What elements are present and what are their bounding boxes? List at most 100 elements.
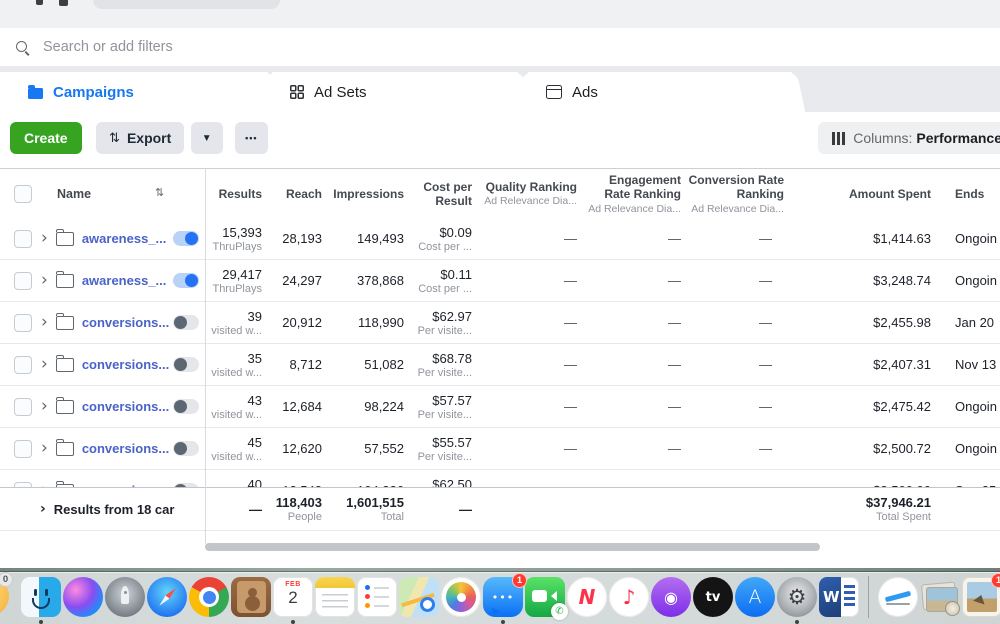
dock-notes[interactable] <box>315 577 355 617</box>
expand-chevron-icon[interactable]: › <box>41 398 48 415</box>
running-indicator-dot <box>795 620 799 624</box>
campaign-name-link[interactable]: conversions... <box>82 357 169 372</box>
row-checkbox[interactable] <box>14 356 32 374</box>
browser-tab-remnant[interactable] <box>93 0 280 9</box>
header-quality-ranking[interactable]: Quality RankingAd Relevance Dia... <box>480 169 585 219</box>
table-row[interactable]: › awareness_... 29,417ThruPlays 24,297 3… <box>0 260 1000 302</box>
campaign-name-link[interactable]: conversions... <box>82 441 169 456</box>
conversion-ranking-cell: — <box>689 344 792 385</box>
calendar-month-label: FEB <box>273 581 313 588</box>
dock-safari[interactable] <box>147 577 187 617</box>
campaign-toggle[interactable] <box>173 399 199 414</box>
dock-calendar[interactable]: FEB2 <box>273 577 313 617</box>
table-row[interactable]: › conversions... 40visited w... 12,548 1… <box>0 470 1000 487</box>
dock-appstore[interactable]: A <box>735 577 775 617</box>
dock-appletv[interactable]: tv <box>693 577 733 617</box>
summary-label-cell[interactable]: › Results from 18 car <box>0 488 205 530</box>
table-row[interactable]: › awareness_... 15,393ThruPlays 28,193 1… <box>0 218 1000 260</box>
dock-siri[interactable] <box>63 577 103 617</box>
cost-per-result-cell: $57.57Per visite... <box>412 386 480 427</box>
table-row[interactable]: › conversions... 43visited w... 12,684 9… <box>0 386 1000 428</box>
dock-screenshot[interactable] <box>920 577 960 617</box>
create-button[interactable]: Create <box>10 122 82 154</box>
row-checkbox[interactable] <box>14 398 32 416</box>
expand-chevron-icon[interactable]: › <box>41 356 48 373</box>
browser-icon-fragment <box>36 0 43 5</box>
dock-preferences[interactable]: ⚙ <box>777 577 817 617</box>
header-conversion-ranking[interactable]: Conversion Rate RankingAd Relevance Dia.… <box>689 169 792 219</box>
row-checkbox[interactable] <box>14 230 32 248</box>
expand-chevron-icon[interactable]: › <box>41 314 48 331</box>
tab-ads[interactable]: Ads <box>528 72 792 112</box>
music-icon: ♪ <box>609 577 649 617</box>
campaign-name-link[interactable]: awareness_... <box>82 273 169 288</box>
expand-chevron-icon[interactable]: › <box>41 230 48 247</box>
amount-spent-cell: $2,455.98 <box>792 302 939 343</box>
cost-per-result-cell: $68.78Per visite... <box>412 344 480 385</box>
campaign-toggle[interactable] <box>173 273 199 288</box>
campaign-name-link[interactable]: conversions... <box>82 315 169 330</box>
ends-cell: Ongoin <box>939 428 1000 469</box>
dock-mail[interactable]: 1 <box>962 577 1000 617</box>
tab-campaigns[interactable]: Campaigns <box>0 72 268 112</box>
campaign-name-link[interactable]: awareness_... <box>82 231 169 246</box>
table-row[interactable]: › conversions... 45visited w... 12,620 5… <box>0 428 1000 470</box>
more-options-button[interactable]: ••• <box>235 122 267 154</box>
campaign-toggle[interactable] <box>173 231 199 246</box>
expand-chevron-icon[interactable]: › <box>41 440 48 457</box>
sort-icon[interactable]: ⇅ <box>155 187 164 200</box>
results-cell: 15,393ThruPlays <box>205 218 270 259</box>
table-row[interactable]: › conversions... 39visited w... 20,912 1… <box>0 302 1000 344</box>
horizontal-scrollbar[interactable] <box>205 543 820 551</box>
notification-badge: 1 <box>512 573 527 588</box>
impressions-cell: 57,552 <box>330 428 412 469</box>
row-checkbox[interactable] <box>14 272 32 290</box>
header-reach[interactable]: Reach <box>270 169 330 219</box>
search-input[interactable] <box>41 38 1000 56</box>
ends-cell: Ongoin <box>939 260 1000 301</box>
header-amount-spent[interactable]: Amount Spent <box>792 169 939 219</box>
dock-reminders[interactable] <box>357 577 397 617</box>
select-all-checkbox[interactable] <box>14 185 32 203</box>
dock-chrome[interactable] <box>189 577 229 617</box>
header-engagement-ranking[interactable]: Engagement Rate RankingAd Relevance Dia.… <box>585 169 689 219</box>
campaign-toggle[interactable] <box>173 315 199 330</box>
export-button[interactable]: ⇅Export <box>96 122 184 154</box>
header-ends[interactable]: Ends <box>939 169 1000 219</box>
campaign-name-link[interactable]: conversions... <box>82 399 169 414</box>
dock-launchpad[interactable] <box>105 577 145 617</box>
columns-prefix: Columns: <box>853 130 912 146</box>
dock-messages[interactable]: •••1 <box>483 577 523 617</box>
notification-badge: 1 <box>991 573 1000 588</box>
dock-maps[interactable] <box>399 577 439 617</box>
conversion-ranking-cell: — <box>689 302 792 343</box>
dock-finder[interactable] <box>21 577 61 617</box>
header-results[interactable]: Results <box>205 169 270 219</box>
conversion-ranking-cell: — <box>689 470 792 487</box>
dock-photos[interactable] <box>441 577 481 617</box>
dock-preview[interactable] <box>878 577 918 617</box>
row-checkbox[interactable] <box>14 440 32 458</box>
header-cost-per-result[interactable]: Cost per Result <box>412 169 480 219</box>
table-row[interactable]: › conversions... 35visited w... 8,712 51… <box>0 344 1000 386</box>
dock-music[interactable]: ♪ <box>609 577 649 617</box>
campaign-toggle[interactable] <box>173 441 199 456</box>
name-cell: › conversions... <box>0 428 205 469</box>
dock-word[interactable]: W <box>819 577 859 617</box>
columns-button[interactable]: Columns: Performance <box>818 122 1000 154</box>
row-checkbox[interactable] <box>14 314 32 332</box>
tabs-band: Campaigns Ad Sets Ads <box>0 66 1000 112</box>
expand-chevron-icon[interactable]: › <box>41 272 48 289</box>
export-dropdown-button[interactable]: ▼ <box>191 122 223 154</box>
browser-chrome-strip <box>0 0 1000 29</box>
dock-contacts[interactable] <box>231 577 271 617</box>
dock-news[interactable]: N <box>567 577 607 617</box>
dock-podcasts[interactable]: ◉ <box>651 577 691 617</box>
filter-bar <box>0 28 1000 67</box>
tab-ad-sets[interactable]: Ad Sets <box>272 72 518 112</box>
tab-label: Campaigns <box>53 84 134 101</box>
header-impressions[interactable]: Impressions <box>330 169 412 219</box>
campaign-toggle[interactable] <box>173 357 199 372</box>
dock-facetime[interactable]: ✆ <box>525 577 565 617</box>
reach-cell: 8,712 <box>270 344 330 385</box>
